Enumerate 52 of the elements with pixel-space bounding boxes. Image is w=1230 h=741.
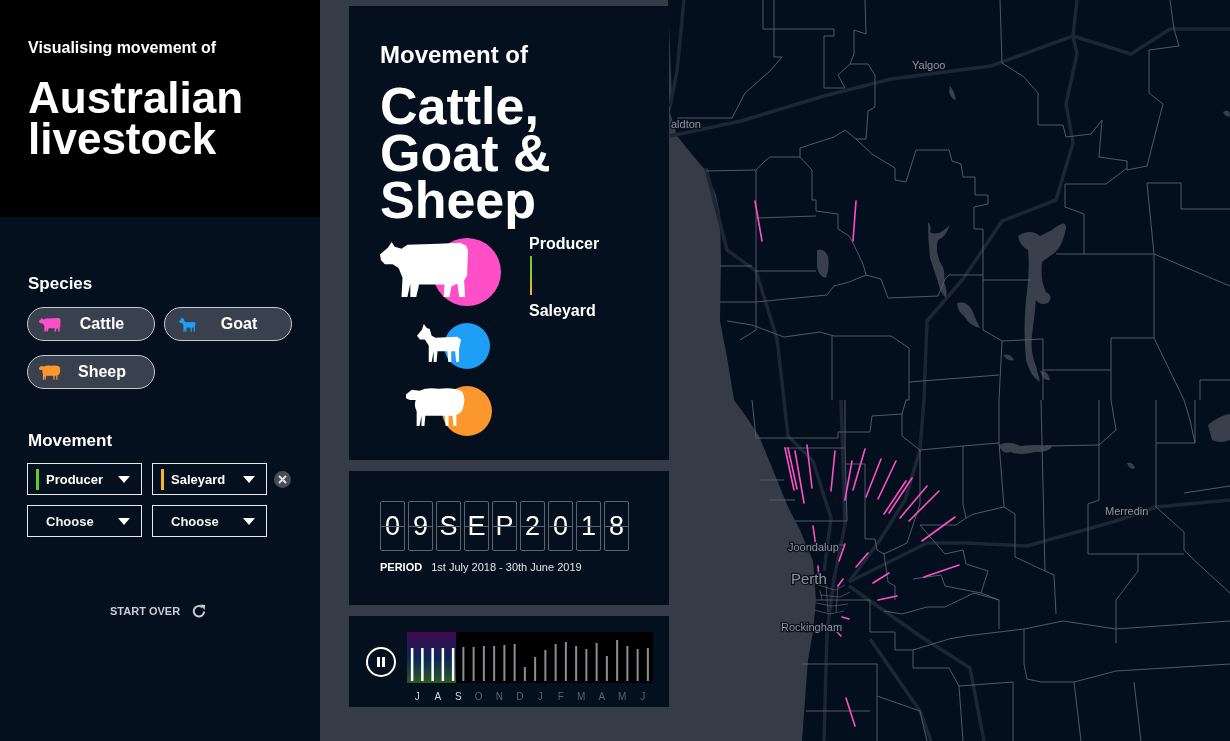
month-label: A bbox=[433, 691, 443, 703]
cow-icon bbox=[380, 238, 502, 307]
flip-digit: E bbox=[464, 501, 489, 551]
app-subtitle: Visualising movement of bbox=[28, 38, 218, 58]
month-label: J bbox=[413, 691, 421, 703]
refresh-icon bbox=[192, 604, 207, 618]
month-label: N bbox=[494, 691, 504, 703]
month-label: M bbox=[617, 691, 628, 703]
dropdown[interactable]: Saleyard bbox=[152, 463, 267, 495]
legend-label: Producer bbox=[529, 234, 600, 254]
caret-icon bbox=[118, 475, 130, 483]
timeline-track[interactable] bbox=[407, 632, 653, 683]
month-label: J bbox=[536, 691, 544, 703]
legend-label: Saleyard bbox=[529, 301, 596, 321]
place-label: Rockingham bbox=[781, 621, 843, 633]
dropdown[interactable]: Producer bbox=[27, 463, 142, 495]
caret-icon bbox=[243, 475, 255, 483]
period-label: PERIOD bbox=[380, 560, 423, 574]
dropdown[interactable]: Choose bbox=[27, 505, 142, 537]
flip-digit: 2 bbox=[520, 501, 545, 551]
section-heading: Species bbox=[27, 274, 93, 294]
caret-icon bbox=[243, 517, 255, 525]
period-text: 1st July 2018 - 30th June 2019 bbox=[431, 560, 582, 574]
app-title: Australian livestock bbox=[28, 77, 245, 159]
species-toggle[interactable]: Sheep bbox=[27, 355, 155, 389]
month-label: F bbox=[556, 691, 565, 703]
month-label: O bbox=[473, 691, 484, 703]
flip-digit: 1 bbox=[576, 501, 601, 551]
caret-icon bbox=[118, 517, 130, 525]
month-label: M bbox=[576, 691, 587, 703]
place-label: Perth bbox=[791, 570, 827, 587]
card-heading: Movement of bbox=[380, 40, 529, 70]
pause-button[interactable] bbox=[366, 647, 396, 677]
place-label: aldton bbox=[671, 118, 701, 130]
close-icon[interactable] bbox=[274, 470, 291, 488]
place-label: Joondalup bbox=[788, 541, 839, 553]
flow-line-icon bbox=[530, 256, 532, 295]
goat-icon bbox=[417, 322, 491, 370]
place-label: Merredin bbox=[1105, 505, 1149, 517]
card-title: Cattle, Goat & Sheep bbox=[380, 79, 552, 231]
start-over-button[interactable]: START OVER bbox=[110, 603, 207, 619]
place-label: Yalgoo bbox=[912, 59, 946, 71]
species-toggle[interactable]: Goat bbox=[164, 307, 292, 341]
month-label: A bbox=[597, 691, 607, 703]
dropdown[interactable]: Choose bbox=[152, 505, 267, 537]
sheep-icon bbox=[406, 385, 493, 437]
section-heading: Movement bbox=[27, 431, 113, 451]
month-label: D bbox=[515, 691, 525, 703]
month-label: S bbox=[453, 691, 463, 703]
month-label: J bbox=[639, 691, 647, 703]
pause-icon bbox=[377, 657, 385, 667]
species-toggle[interactable]: Cattle bbox=[27, 307, 155, 341]
